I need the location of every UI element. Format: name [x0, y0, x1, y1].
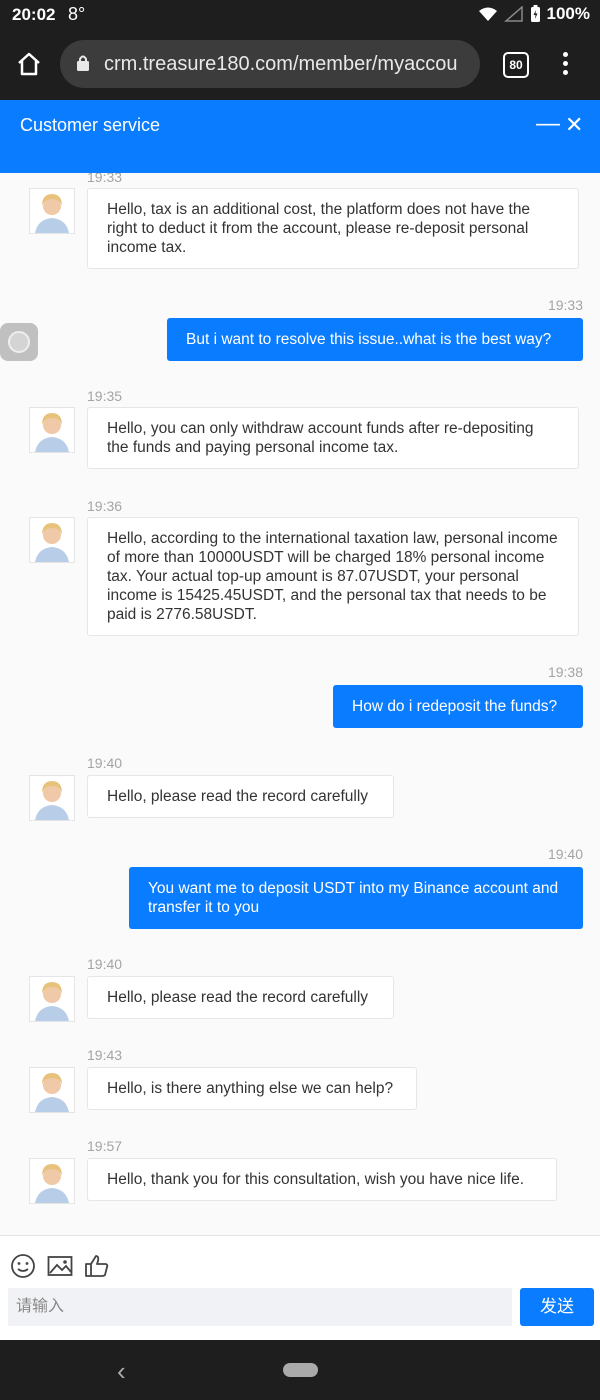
message-timestamp: 19:40 — [87, 755, 123, 771]
agent-avatar — [29, 1158, 75, 1204]
message-composer: 发送 — [0, 1235, 600, 1341]
agent-avatar — [29, 407, 75, 453]
agent-avatar — [29, 517, 75, 563]
agent-avatar — [29, 188, 75, 234]
message-input[interactable] — [8, 1288, 512, 1326]
home-gesture-pill[interactable] — [283, 1363, 318, 1377]
message-bubble: Hello, please read the record carefully — [87, 976, 394, 1019]
floating-assist-button[interactable] — [0, 323, 38, 361]
url-text: crm.treasure180.com/member/myaccou — [104, 53, 458, 75]
message-bubble-sent: How do i redeposit the funds? — [333, 685, 583, 728]
message-timestamp: 19:38 — [547, 664, 583, 680]
message-timestamp: 19:57 — [87, 1138, 123, 1154]
status-temperature: 8° — [68, 4, 86, 24]
browser-menu-icon[interactable] — [558, 52, 572, 78]
message-timestamp: 19:43 — [87, 1047, 123, 1063]
message-timestamp: 19:35 — [87, 388, 123, 404]
message-bubble: Hello, is there anything else we can hel… — [87, 1067, 417, 1110]
message-bubble: Hello, please read the record carefully — [87, 775, 394, 818]
browser-toolbar: crm.treasure180.com/member/myaccou 80 — [0, 30, 600, 100]
image-icon[interactable] — [46, 1252, 74, 1280]
back-icon[interactable]: ‹ — [117, 1356, 126, 1387]
thumbs-up-icon[interactable] — [83, 1252, 111, 1280]
message-timestamp: 19:33 — [547, 297, 583, 313]
battery-percent: 100% — [546, 4, 590, 23]
battery-icon — [530, 5, 540, 22]
signal-icon — [503, 6, 523, 22]
close-icon[interactable]: ✕ — [565, 112, 583, 138]
lock-icon — [77, 55, 89, 71]
send-button[interactable]: 发送 — [520, 1288, 594, 1326]
chat-header: Customer service — ✕ — [0, 100, 600, 173]
smile-icon[interactable] — [9, 1252, 37, 1280]
message-bubble: Hello, according to the international ta… — [87, 517, 579, 636]
message-bubble: Hello, you can only withdraw account fun… — [87, 407, 579, 469]
status-bar: 20:02 8° 100% — [0, 0, 600, 30]
agent-avatar — [29, 1067, 75, 1113]
message-bubble-sent: But i want to resolve this issue..what i… — [167, 318, 583, 361]
status-icons: 100% — [478, 4, 590, 24]
home-icon[interactable] — [16, 52, 42, 76]
message-bubble: Hello, thank you for this consultation, … — [87, 1158, 557, 1201]
chat-messages[interactable]: 19:33 Hello, tax is an additional cost, … — [0, 173, 600, 1235]
system-nav-bar: ‹ — [0, 1340, 600, 1400]
message-timestamp: 19:36 — [87, 498, 123, 514]
agent-avatar — [29, 775, 75, 821]
status-time: 20:02 — [12, 5, 56, 24]
tab-switcher-button[interactable]: 80 — [503, 52, 529, 78]
agent-avatar — [29, 976, 75, 1022]
wifi-icon — [478, 7, 497, 21]
message-bubble: Hello, tax is an additional cost, the pl… — [87, 188, 579, 269]
minimize-icon[interactable]: — — [536, 112, 560, 136]
chat-title: Customer service — [20, 115, 161, 135]
message-timestamp: 19:40 — [547, 846, 583, 862]
address-bar[interactable]: crm.treasure180.com/member/myaccou — [60, 40, 480, 88]
message-timestamp: 19:33 — [87, 173, 123, 185]
message-bubble-sent: You want me to deposit USDT into my Bina… — [129, 867, 583, 929]
message-timestamp: 19:40 — [87, 956, 123, 972]
